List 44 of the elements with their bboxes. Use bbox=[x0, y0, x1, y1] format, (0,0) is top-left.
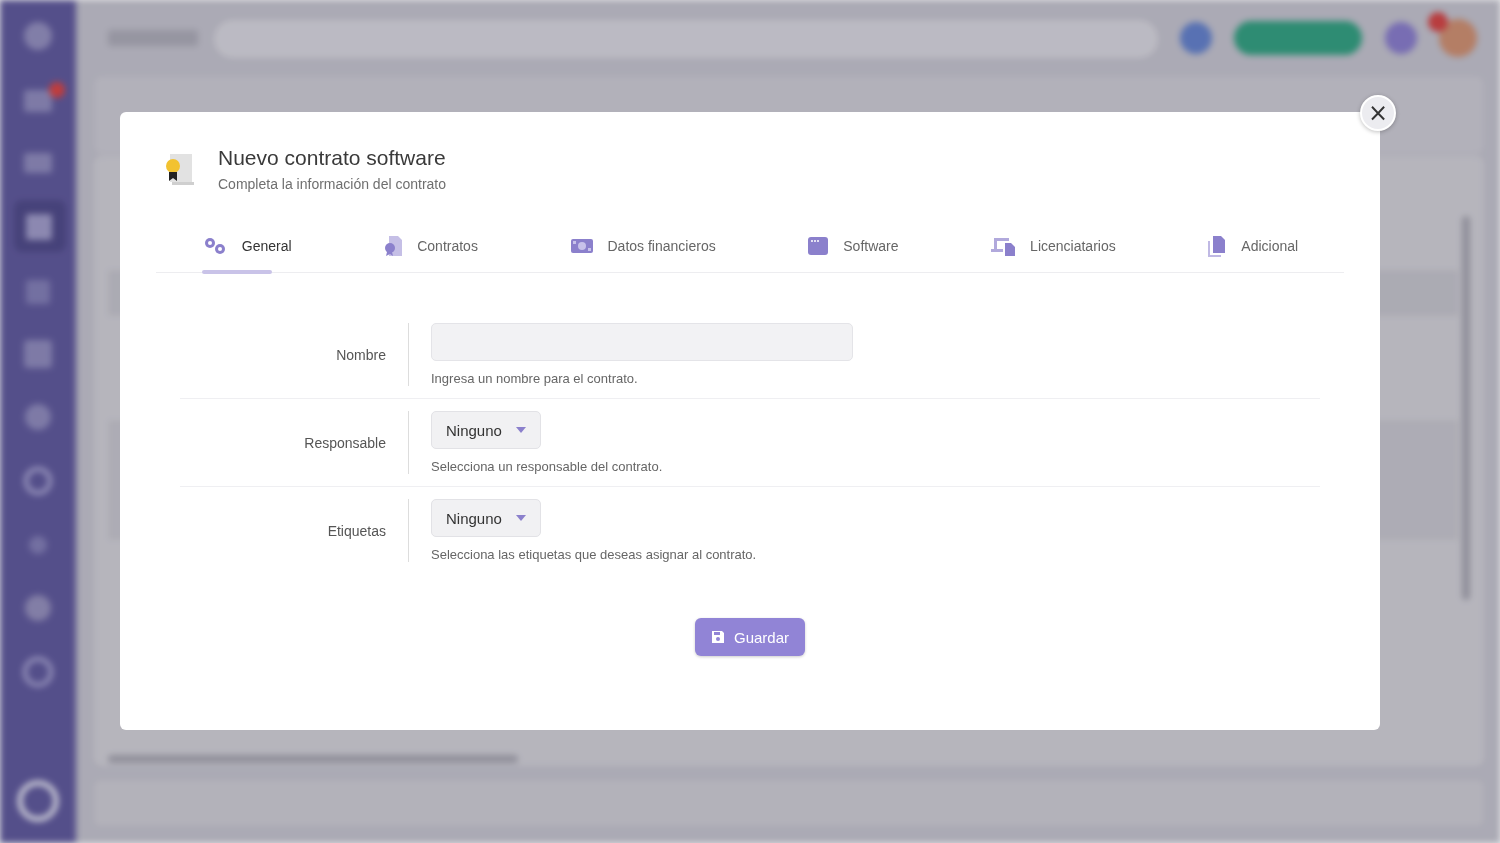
sidebar-icon[interactable] bbox=[24, 153, 52, 173]
tab[interactable]: Adicional bbox=[1201, 222, 1305, 270]
scrollbar[interactable] bbox=[1462, 216, 1470, 600]
sidebar-icon[interactable] bbox=[26, 280, 50, 304]
sidebar-icon[interactable] bbox=[24, 467, 52, 495]
caret-icon bbox=[515, 515, 526, 521]
sidebar-icon[interactable] bbox=[25, 404, 51, 430]
logo-icon bbox=[17, 780, 59, 822]
help-text: Ingresa un nombre para el contrato. bbox=[431, 371, 639, 386]
save-button[interactable]: Guardar bbox=[695, 618, 805, 656]
certificate-icon bbox=[383, 235, 404, 257]
tab[interactable]: Datos financieros bbox=[563, 222, 722, 270]
tab[interactable]: Contratos bbox=[377, 222, 484, 270]
help-text: Selecciona las etiquetas que deseas asignar al contrato. bbox=[431, 547, 758, 562]
dropdown[interactable]: Ninguno bbox=[431, 499, 541, 537]
sidebar-icon[interactable] bbox=[24, 22, 52, 50]
field-label: Responsable bbox=[303, 434, 387, 451]
dropdown[interactable]: Ninguno bbox=[431, 411, 541, 449]
avatar[interactable] bbox=[1428, 12, 1477, 57]
tab[interactable]: General bbox=[195, 222, 298, 270]
copy-icon bbox=[1207, 235, 1228, 257]
tab[interactable]: Licenciatarios bbox=[984, 222, 1122, 270]
sidebar-icon[interactable] bbox=[25, 595, 51, 621]
sidebar-icon[interactable] bbox=[23, 657, 53, 687]
sidebar-icon[interactable] bbox=[24, 82, 65, 112]
help-text: Selecciona un responsable del contrato. bbox=[431, 459, 664, 474]
round-button[interactable] bbox=[1385, 22, 1417, 54]
window-icon bbox=[807, 236, 830, 256]
devices-icon bbox=[990, 235, 1017, 257]
field-label: Nombre bbox=[335, 346, 387, 363]
input-field[interactable] bbox=[431, 323, 853, 361]
tab[interactable]: Software bbox=[801, 222, 905, 270]
certificate-icon bbox=[164, 152, 196, 186]
round-button[interactable] bbox=[1180, 22, 1212, 54]
scrollbar[interactable] bbox=[108, 755, 518, 763]
dialog-title: Nuevo contrato software bbox=[218, 146, 446, 170]
field-label: Etiquetas bbox=[326, 522, 387, 539]
banknote-icon bbox=[569, 237, 594, 255]
sidebar-icon[interactable] bbox=[29, 536, 47, 554]
caret-icon bbox=[515, 427, 526, 433]
sidebar-icon[interactable] bbox=[24, 340, 52, 368]
new-button[interactable] bbox=[1234, 21, 1362, 55]
sidebar-item[interactable] bbox=[14, 200, 66, 252]
dialog-subtitle: Completa la información del contrato bbox=[218, 176, 446, 192]
